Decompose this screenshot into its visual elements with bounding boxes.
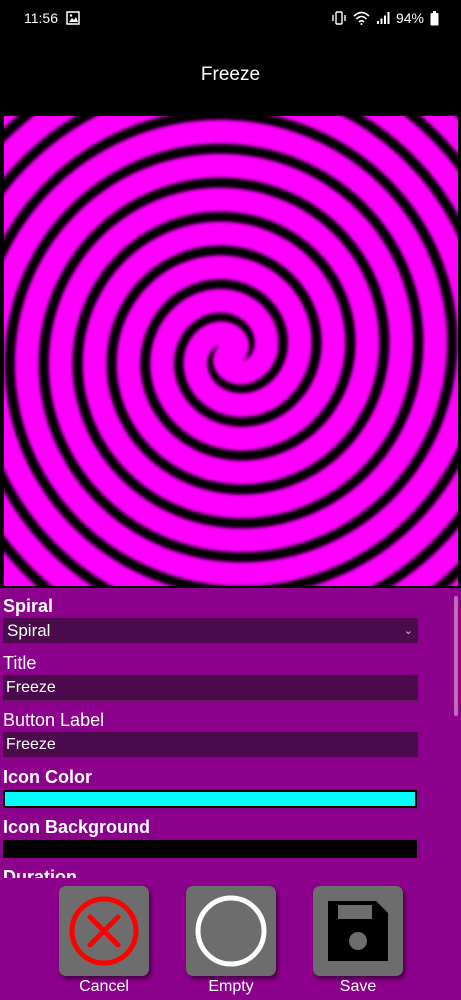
- signal-icon: [376, 11, 390, 25]
- chevron-down-icon: ⌄: [403, 625, 413, 637]
- empty-circle-icon: [195, 895, 267, 967]
- spiral-preview: [4, 116, 458, 586]
- empty-button-label: Empty: [208, 978, 254, 995]
- button-label-input[interactable]: Freeze: [3, 732, 418, 758]
- app-bar: Freeze: [0, 36, 461, 114]
- save-button[interactable]: [313, 886, 403, 976]
- save-button-label: Save: [339, 978, 377, 995]
- cancel-icon: [69, 896, 139, 966]
- status-right: 94%: [331, 10, 439, 26]
- status-time: 11:56: [24, 10, 58, 26]
- action-bar: Cancel Empty Save: [0, 886, 461, 1000]
- page-title: Freeze: [200, 64, 261, 85]
- spiral-select[interactable]: Spiral ⌄: [3, 618, 418, 644]
- save-icon: [328, 901, 388, 961]
- spiral-graphic: [4, 116, 458, 586]
- settings-scroll[interactable]: Spiral Spiral ⌄ Title Freeze Button Labe…: [0, 588, 461, 878]
- spiral-select-value: Spiral: [7, 621, 51, 640]
- status-bar: 11:56 94%: [0, 0, 461, 36]
- status-left: 11:56: [24, 10, 80, 26]
- button-label-label: Button Label: [3, 710, 105, 730]
- empty-button[interactable]: [186, 886, 276, 976]
- cancel-button-label: Cancel: [79, 978, 129, 995]
- vibrate-icon: [331, 10, 347, 26]
- title-input[interactable]: Freeze: [3, 675, 418, 701]
- icon-color-label: Icon Color: [3, 767, 92, 787]
- battery-percent: 94%: [395, 10, 424, 26]
- wifi-icon: [353, 11, 370, 25]
- icon-color-swatch[interactable]: [3, 790, 417, 808]
- icon-background-label: Icon Background: [3, 817, 151, 837]
- icon-background-swatch[interactable]: [3, 840, 417, 858]
- gallery-notification-icon: [66, 11, 80, 25]
- duration-label: Duration: [3, 867, 77, 878]
- cancel-button[interactable]: [59, 886, 149, 976]
- title-label: Title: [3, 653, 37, 673]
- scrollbar[interactable]: [454, 596, 458, 716]
- spiral-label: Spiral: [3, 596, 54, 616]
- battery-icon: [430, 10, 439, 26]
